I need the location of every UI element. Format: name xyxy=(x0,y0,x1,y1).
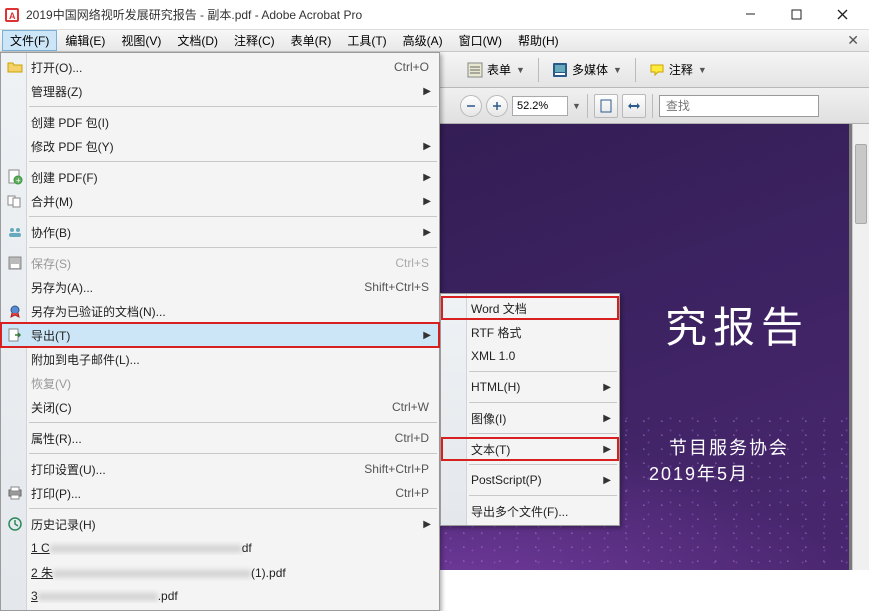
menu-revert[interactable]: 恢复(V) xyxy=(1,371,439,395)
export-image[interactable]: 图像(I)▶ xyxy=(441,406,619,430)
zoom-out-button[interactable] xyxy=(460,95,482,117)
separator xyxy=(538,58,539,82)
menu-export[interactable]: 导出(T)▶ xyxy=(1,323,439,347)
zoom-input[interactable] xyxy=(512,96,568,116)
certified-icon xyxy=(7,303,23,319)
menu-recent-2[interactable]: 2 朱xxxxxxxxxxxxxxxxxxxxxxxxxxxxxxxxx(1).… xyxy=(1,560,439,584)
menu-open[interactable]: 打开(O)... Ctrl+O xyxy=(1,55,439,79)
menu-recent-1[interactable]: 1 Cxxxxxxxxxxxxxxxxxxxxxxxxxxxxxxxxdf xyxy=(1,536,439,560)
export-xml[interactable]: XML 1.0 xyxy=(441,344,619,368)
comment-icon xyxy=(649,62,665,78)
close-doc-button[interactable]: ✕ xyxy=(839,30,867,51)
menu-close[interactable]: 关闭(C)Ctrl+W xyxy=(1,395,439,419)
separator xyxy=(635,58,636,82)
export-multiple[interactable]: 导出多个文件(F)... xyxy=(441,499,619,523)
menu-modify-package[interactable]: 修改 PDF 包(Y)▶ xyxy=(1,134,439,158)
close-button[interactable] xyxy=(819,0,865,29)
menu-create-pdf[interactable]: + 创建 PDF(F)▶ xyxy=(1,165,439,189)
menu-recent-3[interactable]: 3xxxxxxxxxxxxxxxxxxxx.pdf xyxy=(1,584,439,608)
export-html[interactable]: HTML(H)▶ xyxy=(441,375,619,399)
svg-text:+: + xyxy=(16,176,21,185)
fit-page-button[interactable] xyxy=(594,94,618,118)
save-icon xyxy=(7,255,23,271)
separator xyxy=(652,94,653,118)
export-submenu: Word 文档 RTF 格式 XML 1.0 HTML(H)▶ 图像(I)▶ 文… xyxy=(440,293,620,526)
menubar: 文件(F) 编辑(E) 视图(V) 文档(D) 注释(C) 表单(R) 工具(T… xyxy=(0,30,869,52)
titlebar: A 2019中国网络视听发展研究报告 - 副本.pdf - Adobe Acro… xyxy=(0,0,869,30)
window-title: 2019中国网络视听发展研究报告 - 副本.pdf - Adobe Acroba… xyxy=(26,6,727,23)
menu-attach-email[interactable]: 附加到电子邮件(L)... xyxy=(1,347,439,371)
menu-tool[interactable]: 工具(T) xyxy=(339,30,394,51)
menu-document[interactable]: 文档(D) xyxy=(169,30,226,51)
menu-window[interactable]: 窗口(W) xyxy=(451,30,510,51)
menu-advanced[interactable]: 高级(A) xyxy=(395,30,451,51)
combine-icon xyxy=(7,193,23,209)
fit-width-button[interactable] xyxy=(622,94,646,118)
toolbar-multimedia[interactable]: 多媒体▼ xyxy=(545,57,629,82)
menu-form[interactable]: 表单(R) xyxy=(283,30,340,51)
page-org: 节目服务协会 xyxy=(669,434,789,460)
menu-history[interactable]: 历史记录(H)▶ xyxy=(1,512,439,536)
export-postscript[interactable]: PostScript(P)▶ xyxy=(441,468,619,492)
scroll-thumb[interactable] xyxy=(855,144,867,224)
menu-print-setup[interactable]: 打印设置(U)...Shift+Ctrl+P xyxy=(1,457,439,481)
menu-edit[interactable]: 编辑(E) xyxy=(57,30,113,51)
folder-open-icon xyxy=(7,59,23,75)
separator xyxy=(587,94,588,118)
svg-text:A: A xyxy=(9,11,16,21)
minimize-button[interactable] xyxy=(727,0,773,29)
menu-create-package[interactable]: 创建 PDF 包(I) xyxy=(1,110,439,134)
history-icon xyxy=(7,516,23,532)
find-input[interactable] xyxy=(659,95,819,117)
maximize-button[interactable] xyxy=(773,0,819,29)
export-word[interactable]: Word 文档 xyxy=(441,296,619,320)
file-menu: 打开(O)... Ctrl+O 管理器(Z)▶ 创建 PDF 包(I) 修改 P… xyxy=(0,52,440,611)
menu-properties[interactable]: 属性(R)...Ctrl+D xyxy=(1,426,439,450)
menu-comment[interactable]: 注释(C) xyxy=(226,30,283,51)
collaborate-icon xyxy=(7,224,23,240)
menu-file[interactable]: 文件(F) xyxy=(2,30,57,51)
zoom-in-button[interactable] xyxy=(486,95,508,117)
page-subtitle: 究报告 xyxy=(665,294,809,355)
menu-collaborate[interactable]: 协作(B)▶ xyxy=(1,220,439,244)
menu-save-certified[interactable]: 另存为已验证的文档(N)... xyxy=(1,299,439,323)
toolbar-comment[interactable]: 注释▼ xyxy=(642,57,714,82)
export-text[interactable]: 文本(T)▶ xyxy=(441,437,619,461)
export-rtf[interactable]: RTF 格式 xyxy=(441,320,619,344)
multimedia-icon xyxy=(552,62,568,78)
menu-combine[interactable]: 合并(M)▶ xyxy=(1,189,439,213)
vertical-scrollbar[interactable] xyxy=(852,124,869,570)
menu-save[interactable]: 保存(S) Ctrl+S xyxy=(1,251,439,275)
menu-organizer[interactable]: 管理器(Z)▶ xyxy=(1,79,439,103)
page-date: 2019年5月 xyxy=(649,460,749,486)
form-icon xyxy=(467,62,483,78)
create-pdf-icon: + xyxy=(7,169,23,185)
app-icon: A xyxy=(4,7,20,23)
menu-help[interactable]: 帮助(H) xyxy=(510,30,567,51)
menu-view[interactable]: 视图(V) xyxy=(113,30,169,51)
menu-print[interactable]: 打印(P)...Ctrl+P xyxy=(1,481,439,505)
print-icon xyxy=(7,485,23,501)
export-icon xyxy=(7,327,23,343)
menu-save-as[interactable]: 另存为(A)...Shift+Ctrl+S xyxy=(1,275,439,299)
toolbar-form[interactable]: 表单▼ xyxy=(460,57,532,82)
